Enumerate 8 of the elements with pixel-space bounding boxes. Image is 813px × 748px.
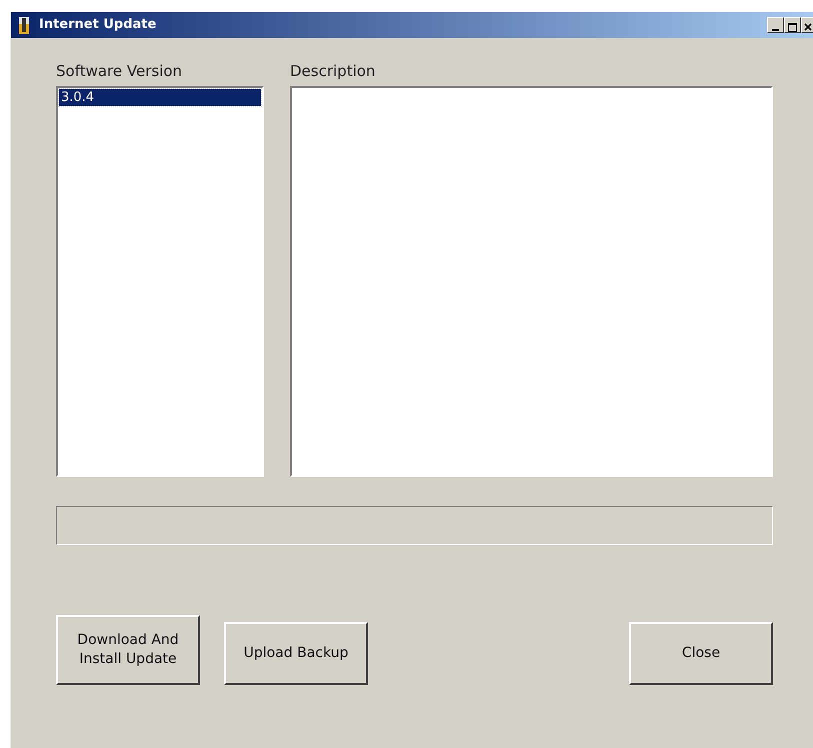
- close-button[interactable]: Close: [629, 622, 773, 685]
- list-label: Software Version: [56, 62, 182, 80]
- description-label: Description: [290, 62, 376, 80]
- version-list[interactable]: 3.0.4: [56, 86, 264, 477]
- window-title: Internet Update: [39, 16, 156, 34]
- action-button[interactable]: Upload Backup: [224, 622, 368, 685]
- action-button[interactable]: Download And Install Update: [56, 615, 200, 685]
- version-item[interactable]: 3.0.4: [59, 89, 261, 106]
